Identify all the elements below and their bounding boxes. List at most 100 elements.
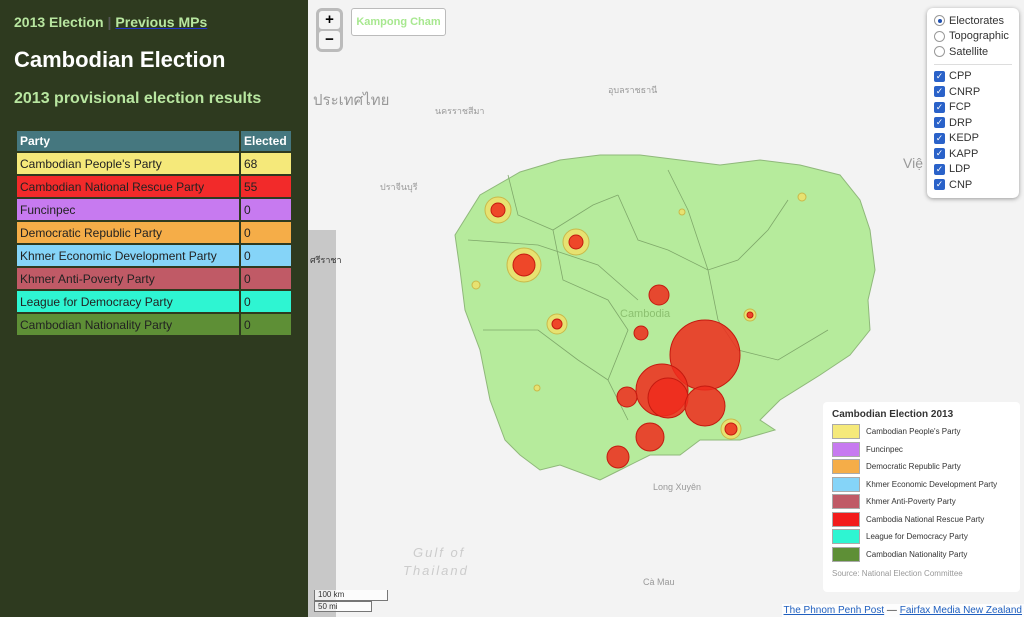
- party-name: Khmer Anti-Poverty Party: [17, 268, 239, 289]
- zoom-control: + −: [316, 8, 343, 52]
- checkbox-icon[interactable]: ✓: [934, 86, 945, 98]
- cnrp-marker[interactable]: [724, 422, 738, 436]
- label-long-xuyen: Long Xuyên: [653, 482, 702, 492]
- map[interactable]: ประเทศไทย นครราชสีมา อุบลราชธานี ปราจีนบ…: [308, 0, 1024, 617]
- base-layer-option[interactable]: Satellite: [934, 44, 1012, 60]
- location-search-box[interactable]: Kampong Cham: [351, 8, 446, 36]
- legend-label: Khmer Economic Development Party: [866, 479, 998, 489]
- checkbox-icon[interactable]: ✓: [934, 70, 945, 82]
- elected-count: 0: [241, 291, 291, 312]
- checkbox-icon[interactable]: ✓: [934, 101, 945, 113]
- cnrp-marker[interactable]: [551, 318, 563, 330]
- legend-item: Cambodia National Rescue Party: [832, 511, 1011, 529]
- page-subtitle: 2013 provisional election results: [14, 90, 262, 107]
- legend-label: Democratic Republic Party: [866, 462, 961, 472]
- base-layer-label: Topographic: [949, 30, 1009, 43]
- legend-swatch: [832, 494, 860, 510]
- cnrp-marker[interactable]: [633, 325, 649, 341]
- checkbox-icon[interactable]: ✓: [934, 148, 945, 160]
- phnom-penh-post-link[interactable]: The Phnom Penh Post: [784, 605, 885, 616]
- party-name: Cambodian Nationality Party: [17, 314, 239, 335]
- cnrp-marker[interactable]: [512, 253, 536, 277]
- label-nakhon: นครราชสีมา: [435, 106, 485, 116]
- overlay-option[interactable]: ✓ CNP: [934, 177, 1012, 193]
- overlay-option[interactable]: ✓ CNRP: [934, 84, 1012, 100]
- sidebar: 2013 Election | Previous MPs Cambodian Ele…: [0, 0, 308, 617]
- cnrp-marker[interactable]: [616, 386, 638, 408]
- overlay-label: KEDP: [949, 132, 979, 145]
- results-table: Party Elected Cambodian People's Party 68…: [15, 129, 293, 337]
- overlay-label: CNP: [949, 178, 973, 191]
- cnrp-marker[interactable]: [568, 234, 584, 250]
- scale-mi: 50 mi: [314, 601, 372, 612]
- header-elected: Elected: [241, 131, 291, 151]
- overlay-option[interactable]: ✓ LDP: [934, 162, 1012, 178]
- cnrp-marker[interactable]: [648, 284, 670, 306]
- legend-swatch: [832, 459, 860, 475]
- overlay-option[interactable]: ✓ DRP: [934, 115, 1012, 131]
- overlay-option[interactable]: ✓ KEDP: [934, 131, 1012, 147]
- table-row: League for Democracy Party 0: [17, 291, 291, 312]
- cpp-marker[interactable]: [471, 280, 481, 290]
- radio-icon[interactable]: [934, 30, 945, 42]
- legend-item: Khmer Anti-Poverty Party: [832, 493, 1011, 511]
- legend-title: Cambodian Election 2013: [832, 409, 954, 420]
- attribution: The Phnom Penh Post — Fairfax Media New …: [781, 604, 1024, 617]
- zoom-out-button[interactable]: −: [319, 31, 340, 49]
- elected-count: 0: [241, 314, 291, 335]
- label-cambodia: Cambodia: [620, 308, 671, 320]
- overlay-label: CNRP: [949, 85, 981, 98]
- previous-mps-link[interactable]: Previous MPs: [115, 14, 207, 30]
- cpp-marker[interactable]: [797, 192, 807, 202]
- elected-count: 0: [241, 245, 291, 266]
- cpp-marker[interactable]: [678, 208, 686, 216]
- checkbox-icon[interactable]: ✓: [934, 117, 945, 129]
- party-name: Funcinpec: [17, 199, 239, 220]
- zoom-in-button[interactable]: +: [319, 11, 340, 29]
- checkbox-icon[interactable]: ✓: [934, 163, 945, 175]
- base-layer-option[interactable]: Topographic: [934, 29, 1012, 45]
- party-name: League for Democracy Party: [17, 291, 239, 312]
- cnrp-marker[interactable]: [684, 385, 726, 427]
- cnrp-marker[interactable]: [490, 202, 506, 218]
- legend-swatch: [832, 424, 860, 440]
- elected-count: 68: [241, 153, 291, 174]
- overlay-option[interactable]: ✓ CPP: [934, 69, 1012, 85]
- legend-swatch: [832, 511, 860, 527]
- checkbox-icon[interactable]: ✓: [934, 179, 945, 191]
- table-row: Cambodian National Rescue Party 55: [17, 176, 291, 197]
- cnrp-marker[interactable]: [746, 311, 754, 319]
- legend-swatch: [832, 476, 860, 492]
- radio-icon[interactable]: [934, 15, 945, 27]
- overlay-label: DRP: [949, 116, 973, 129]
- cnrp-marker[interactable]: [635, 422, 665, 452]
- label-vietnam: Việ: [903, 155, 923, 171]
- overlay-option[interactable]: ✓ KAPP: [934, 146, 1012, 162]
- legend-label: Cambodian People's Party: [866, 427, 961, 437]
- overlay-label: CPP: [949, 70, 972, 83]
- page-title: Cambodian Election: [14, 47, 226, 72]
- map-legend: Cambodian Election 2013 Cambodian People…: [823, 402, 1020, 592]
- label-gulf-2: Thailand: [403, 563, 469, 578]
- cnrp-marker[interactable]: [647, 377, 689, 419]
- overlay-option[interactable]: ✓ FCP: [934, 100, 1012, 116]
- header-party: Party: [17, 131, 239, 151]
- nav-current[interactable]: 2013 Election: [14, 14, 104, 30]
- cnrp-marker[interactable]: [606, 445, 630, 469]
- legend-item: Funcinpec: [832, 441, 1011, 459]
- label-thailand: ประเทศไทย: [313, 92, 390, 109]
- legend-item: Khmer Economic Development Party: [832, 476, 1011, 494]
- label-gulf-1: Gulf of: [413, 545, 466, 560]
- legend-label: Khmer Anti-Poverty Party: [866, 497, 956, 507]
- label-sriracha: ศรีราชา: [310, 255, 342, 265]
- scale-bar: 100 km 50 mi: [314, 590, 388, 612]
- cpp-marker[interactable]: [533, 384, 541, 392]
- overlay-label: FCP: [949, 101, 971, 114]
- base-layer-option[interactable]: Electorates: [934, 13, 1012, 29]
- radio-icon[interactable]: [934, 46, 945, 58]
- table-row: Cambodian People's Party 68: [17, 153, 291, 174]
- fairfax-link[interactable]: Fairfax Media New Zealand: [900, 605, 1022, 616]
- thailand-coast-area: [308, 230, 336, 617]
- table-row: Funcinpec 0: [17, 199, 291, 220]
- checkbox-icon[interactable]: ✓: [934, 132, 945, 144]
